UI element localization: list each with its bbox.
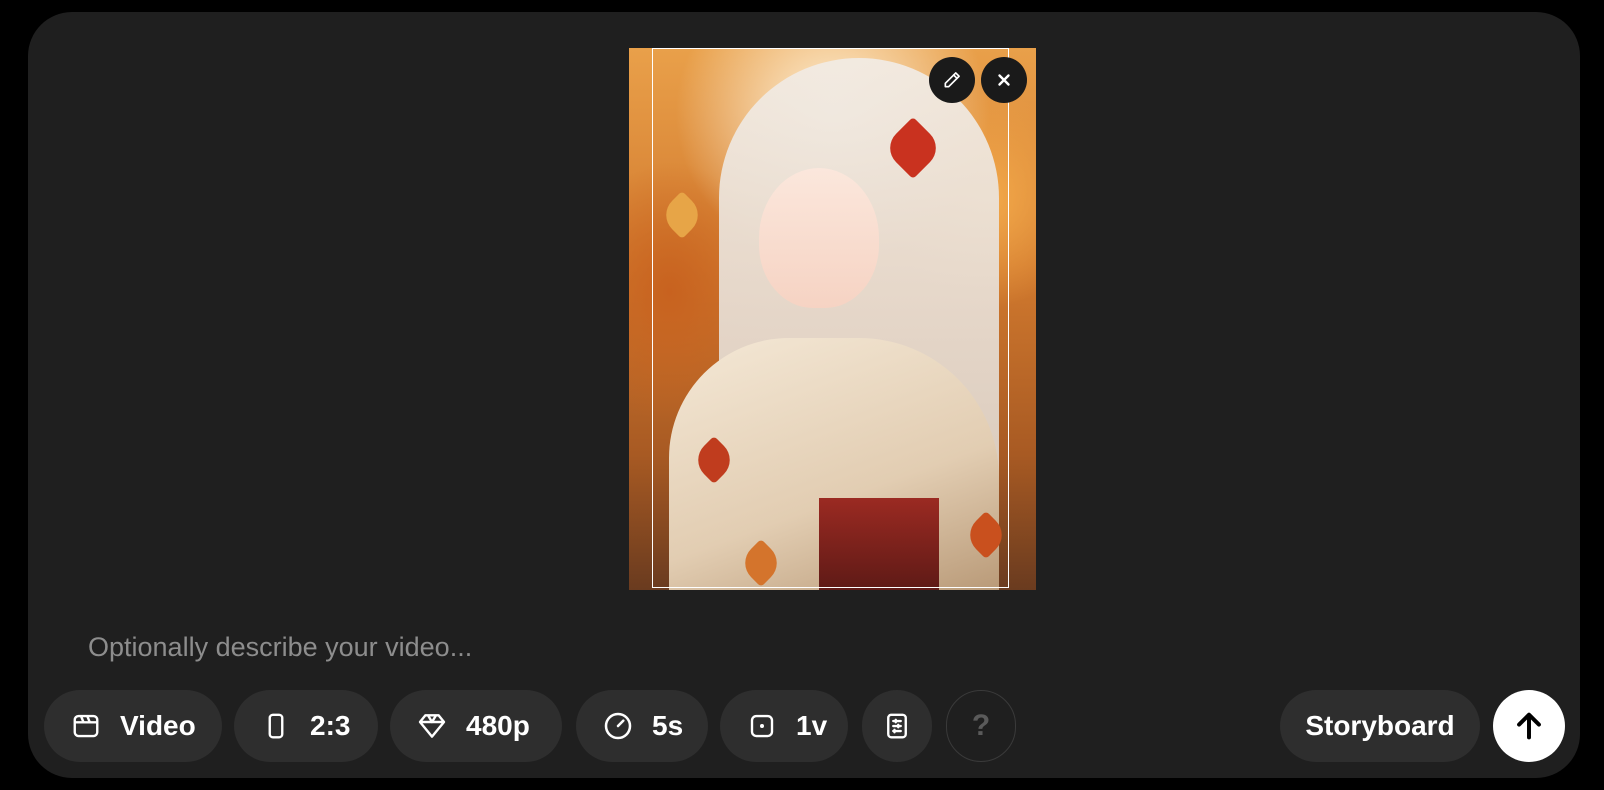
storyboard-button[interactable]: Storyboard [1280,690,1480,762]
timer-icon [602,710,634,742]
type-selector-button[interactable]: Video [44,690,222,762]
arrow-up-icon [1517,712,1541,740]
preset-list-icon [881,710,913,742]
variations-label: 1v [796,710,828,741]
clapperboard-icon [70,710,102,742]
diamond-icon [416,710,448,742]
resolution-label: 480p [466,710,530,741]
storyboard-label: Storyboard [1305,710,1455,741]
remove-image-button[interactable] [981,57,1027,103]
presets-button[interactable] [862,690,932,762]
help-icon: ? [971,709,991,742]
square-dot-icon [746,710,778,742]
close-icon [998,74,1010,86]
resolution-button[interactable]: 480p [390,690,562,762]
attached-image[interactable] [629,48,1036,590]
image-face [759,168,879,308]
composer-panel [28,12,1580,778]
variations-button[interactable]: 1v [720,690,848,762]
duration-label: 5s [652,710,684,741]
submit-button[interactable] [1493,690,1565,762]
aspect-ratio-button[interactable]: 2:3 [234,690,378,762]
type-label: Video [120,710,196,741]
image-obi [819,498,939,590]
duration-button[interactable]: 5s [576,690,708,762]
prompt-input[interactable] [88,630,988,664]
maple-leaf-decoration [657,190,707,240]
edit-image-button[interactable] [929,57,975,103]
aspect-ratio-label: 2:3 [310,710,351,741]
pencil-icon [944,72,960,88]
help-button[interactable]: ? [946,690,1016,762]
portrait-phone-icon [260,710,292,742]
